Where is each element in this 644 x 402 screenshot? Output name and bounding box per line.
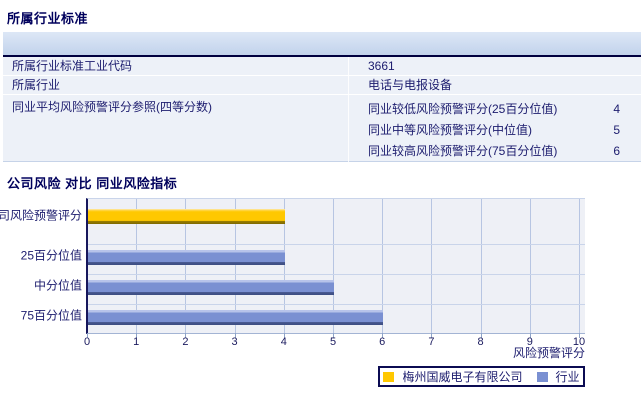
company-score-bar xyxy=(88,209,285,224)
table-header-band xyxy=(3,32,641,57)
tick-label: 1 xyxy=(133,336,140,348)
industry-score-bar xyxy=(88,250,285,265)
category-label: 25百分位值 xyxy=(20,248,82,263)
row-separator xyxy=(88,244,585,245)
gridline xyxy=(431,199,433,333)
tick-label: 6 xyxy=(379,336,386,348)
tick-label: 7 xyxy=(428,336,435,348)
industry-color-swatch xyxy=(536,371,548,382)
subrow-label: 同业中等风险预警评分(中位值) xyxy=(368,123,532,137)
comparison-section-title: 公司风险 对比 同业风险指标 xyxy=(7,176,178,191)
tick-label: 8 xyxy=(477,336,484,348)
category-label: 75百分位值 xyxy=(20,308,82,323)
subrow-value: 5 xyxy=(613,123,620,137)
tick-label: 3 xyxy=(231,336,238,348)
table-row: 所属行业标准工业代码 3661 xyxy=(3,57,641,76)
legend-label: 行业 xyxy=(555,370,580,384)
industry-score-bar xyxy=(88,280,334,295)
table-subrow: 同业中等风险预警评分(中位值) 5 xyxy=(368,120,630,140)
legend-item-company: 梅州国威电子有限公司 xyxy=(383,368,523,385)
company-color-swatch xyxy=(383,371,395,382)
legend-label: 梅州国威电子有限公司 xyxy=(402,370,523,384)
subrow-label: 同业较高风险预警评分(75百分位值) xyxy=(368,144,558,158)
subrow-value: 6 xyxy=(613,144,620,158)
subrow-label: 同业较低风险预警评分(25百分位值) xyxy=(368,102,558,116)
tick-label: 0 xyxy=(83,336,91,348)
table-column-divider xyxy=(348,57,349,162)
risk-comparison-chart: 公司风险预警评分25百分位值中分位值75百分位值 012345678910 风险… xyxy=(0,198,644,360)
x-axis-title: 风险预警评分 xyxy=(512,346,585,360)
chart-legend: 梅州国威电子有限公司 行业 xyxy=(378,366,585,387)
row-label: 同业平均风险预警评分参照(四等分数) xyxy=(12,100,212,114)
industry-standard-section-title: 所属行业标准 xyxy=(7,11,89,26)
gridline xyxy=(480,199,482,333)
table-row: 同业平均风险预警评分参照(四等分数) 同业较低风险预警评分(25百分位值) 4 … xyxy=(3,95,641,162)
tick-label: 5 xyxy=(329,336,337,348)
row-value: 3661 xyxy=(368,59,395,73)
row-label: 所属行业标准工业代码 xyxy=(12,59,133,73)
row-label: 所属行业 xyxy=(12,78,61,92)
tick-label: 2 xyxy=(182,336,189,348)
subrow-value: 4 xyxy=(613,102,620,116)
category-label: 公司风险预警评分 xyxy=(0,208,82,223)
category-label: 中分位值 xyxy=(33,278,82,293)
chart-plot-area xyxy=(86,198,585,334)
table-subrow: 同业较高风险预警评分(75百分位值) 6 xyxy=(368,141,630,161)
legend-item-industry: 行业 xyxy=(536,368,580,385)
tick-label: 4 xyxy=(280,336,287,348)
gridline xyxy=(579,199,580,333)
industry-standard-table: 所属行业标准工业代码 3661 所属行业 电话与电报设备 同业平均风险预警评分参… xyxy=(3,57,641,162)
row-separator xyxy=(88,274,585,275)
industry-score-bar xyxy=(88,310,384,325)
row-separator xyxy=(88,304,585,305)
row-value: 电话与电报设备 xyxy=(368,78,453,92)
table-subrow: 同业较低风险预警评分(25百分位值) 4 xyxy=(368,99,630,119)
table-row: 所属行业 电话与电报设备 xyxy=(3,76,641,95)
gridline xyxy=(529,199,531,333)
